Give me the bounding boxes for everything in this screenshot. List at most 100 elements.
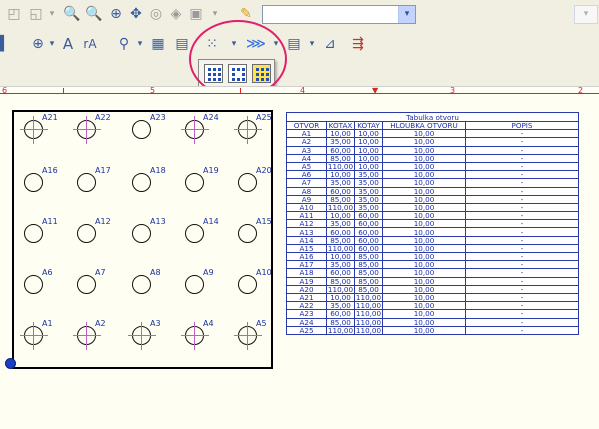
layer-combo[interactable]: ▾ [262,5,416,24]
hole-marker[interactable]: A16 [24,166,58,193]
hole-marker[interactable]: A7 [77,268,106,295]
combo-arrow-icon[interactable]: ▾ [398,6,415,23]
hole-marker[interactable]: A22 [73,113,111,144]
drawing-panel[interactable]: A21 A22 A23 A24 A25 A16 A17 A18 A19 A20 A11 A12 A13 A… [12,110,273,369]
table-cell: 10,00 [354,161,383,172]
hole-marker[interactable]: A25 [234,113,272,144]
table-cell: 60,00 [354,227,383,237]
table-cell: A19 [286,276,327,286]
table-cell: A9 [286,194,327,204]
table-cell: - [465,145,579,155]
export-icon[interactable]: ⇶ [348,35,368,53]
hole-circle [238,275,257,294]
table-list-icon[interactable]: ▤ [284,35,304,53]
zoom-realtime-icon[interactable]: ⊕ [106,5,126,23]
3d-view-icon[interactable]: ◈ [166,5,186,23]
hole-marker[interactable]: A24 [181,113,219,144]
table-cell: A21 [286,292,327,303]
table-cell: 10,00 [326,251,355,262]
hole-label: A22 [95,113,111,122]
table-row: A8 60,00 35,00 10,00- [286,186,579,196]
center-mark-v [141,322,142,350]
table-cell: 10,00 [382,129,466,139]
hole-marker[interactable]: A8 [132,268,161,295]
hole-marker[interactable]: A5 [234,319,267,350]
table-cell: 35,00 [326,178,355,188]
table-cell: 10,00 [382,251,466,262]
hole-marker[interactable]: A10 [238,268,272,295]
hole-marker[interactable]: A19 [185,166,219,193]
hole-marker[interactable]: A9 [185,268,214,295]
hole-circle [77,224,96,243]
chevron-down-icon[interactable]: ▾ [130,35,150,53]
hole-marker[interactable]: A20 [238,166,272,193]
center-mark-h [73,335,101,336]
table-cell: 110,00 [326,243,355,254]
hole-marker[interactable]: A21 [20,113,58,144]
table-cell: 10,00 [382,211,466,221]
hole-marker[interactable]: A3 [128,319,161,350]
table-cell: 10,00 [382,325,466,335]
table-cell: 10,00 [354,153,383,163]
chevron-down-icon[interactable]: ▾ [302,35,322,53]
hole-marker[interactable]: A13 [132,217,166,244]
hole-marker[interactable]: A4 [181,319,214,350]
zoom-to-fit-icon[interactable]: ◰ [4,5,24,23]
table-cell: 10,00 [326,211,355,221]
table-cell: 10,00 [382,260,466,270]
hole-marker[interactable]: A2 [73,319,106,350]
table-icon[interactable]: ▦ [148,35,168,53]
table-cell: - [465,153,579,163]
text-arc-icon[interactable]: rA [80,35,100,53]
hole-marker[interactable]: A23 [132,113,166,140]
table-cell: A7 [286,178,327,188]
hole-marker[interactable]: A6 [24,268,53,295]
table-cell: 60,00 [326,186,355,196]
zoom-in-icon[interactable]: 🔍 [62,5,82,23]
table-cell: - [465,129,579,139]
table-row: A17 35,00 85,00 10,00- [286,260,579,270]
pan-icon[interactable]: ✥ [126,5,146,23]
table-cell: 85,00 [354,268,383,278]
table-cell: 110,00 [354,317,383,327]
hole-marker[interactable]: A12 [77,217,111,244]
text-icon[interactable]: A [58,35,78,53]
center-mark-h [234,129,262,130]
hole-marker[interactable]: A14 [185,217,219,244]
hole-marker[interactable]: A17 [77,166,111,193]
table-cell: 35,00 [326,260,355,270]
table-cell: 60,00 [354,235,383,245]
table-cell: 85,00 [326,317,355,327]
hole-circle [238,224,257,243]
zoom-out-icon[interactable]: 🔍 [84,5,104,23]
table-cell: - [465,317,579,327]
hole-marker[interactable]: A15 [238,217,272,244]
table-cell: 10,00 [382,161,466,172]
table-header: KÓTAX [326,120,355,131]
layer-icon[interactable]: ▣ [186,5,206,23]
table-title: Tabulka otvoru [286,112,579,122]
secondary-combo[interactable]: ▾ [574,5,598,24]
chevron-down-icon[interactable]: ▾ [205,5,225,23]
table-cell: 10,00 [382,227,466,237]
hole-label: A9 [203,268,214,277]
table-cell: 35,00 [326,137,355,147]
chevron-down-icon[interactable]: ▾ [42,5,62,23]
table-row: A16 10,00 85,00 10,00- [286,251,579,262]
table-cell: A15 [286,243,327,254]
table-row: A22 35,00 110,00 10,00- [286,301,579,311]
table-cell: 60,00 [354,211,383,221]
ruler-number: 2 [578,86,584,95]
table-row: A23 60,00 110,00 10,00- [286,309,579,319]
hole-marker[interactable]: A1 [20,319,53,350]
table-cell: A4 [286,153,327,163]
center-mark-h [20,129,48,130]
table-cell: 10,00 [382,170,466,180]
ruler-icon[interactable]: ⊿ [320,35,340,53]
hole-marker[interactable]: A11 [24,217,58,244]
hole-marker[interactable]: A18 [132,166,166,193]
ruler-number: 5 [150,86,156,95]
zoom-previous-icon[interactable]: ◎ [146,5,166,23]
hole-label: A14 [203,217,219,226]
table-cell: 10,00 [382,137,466,147]
